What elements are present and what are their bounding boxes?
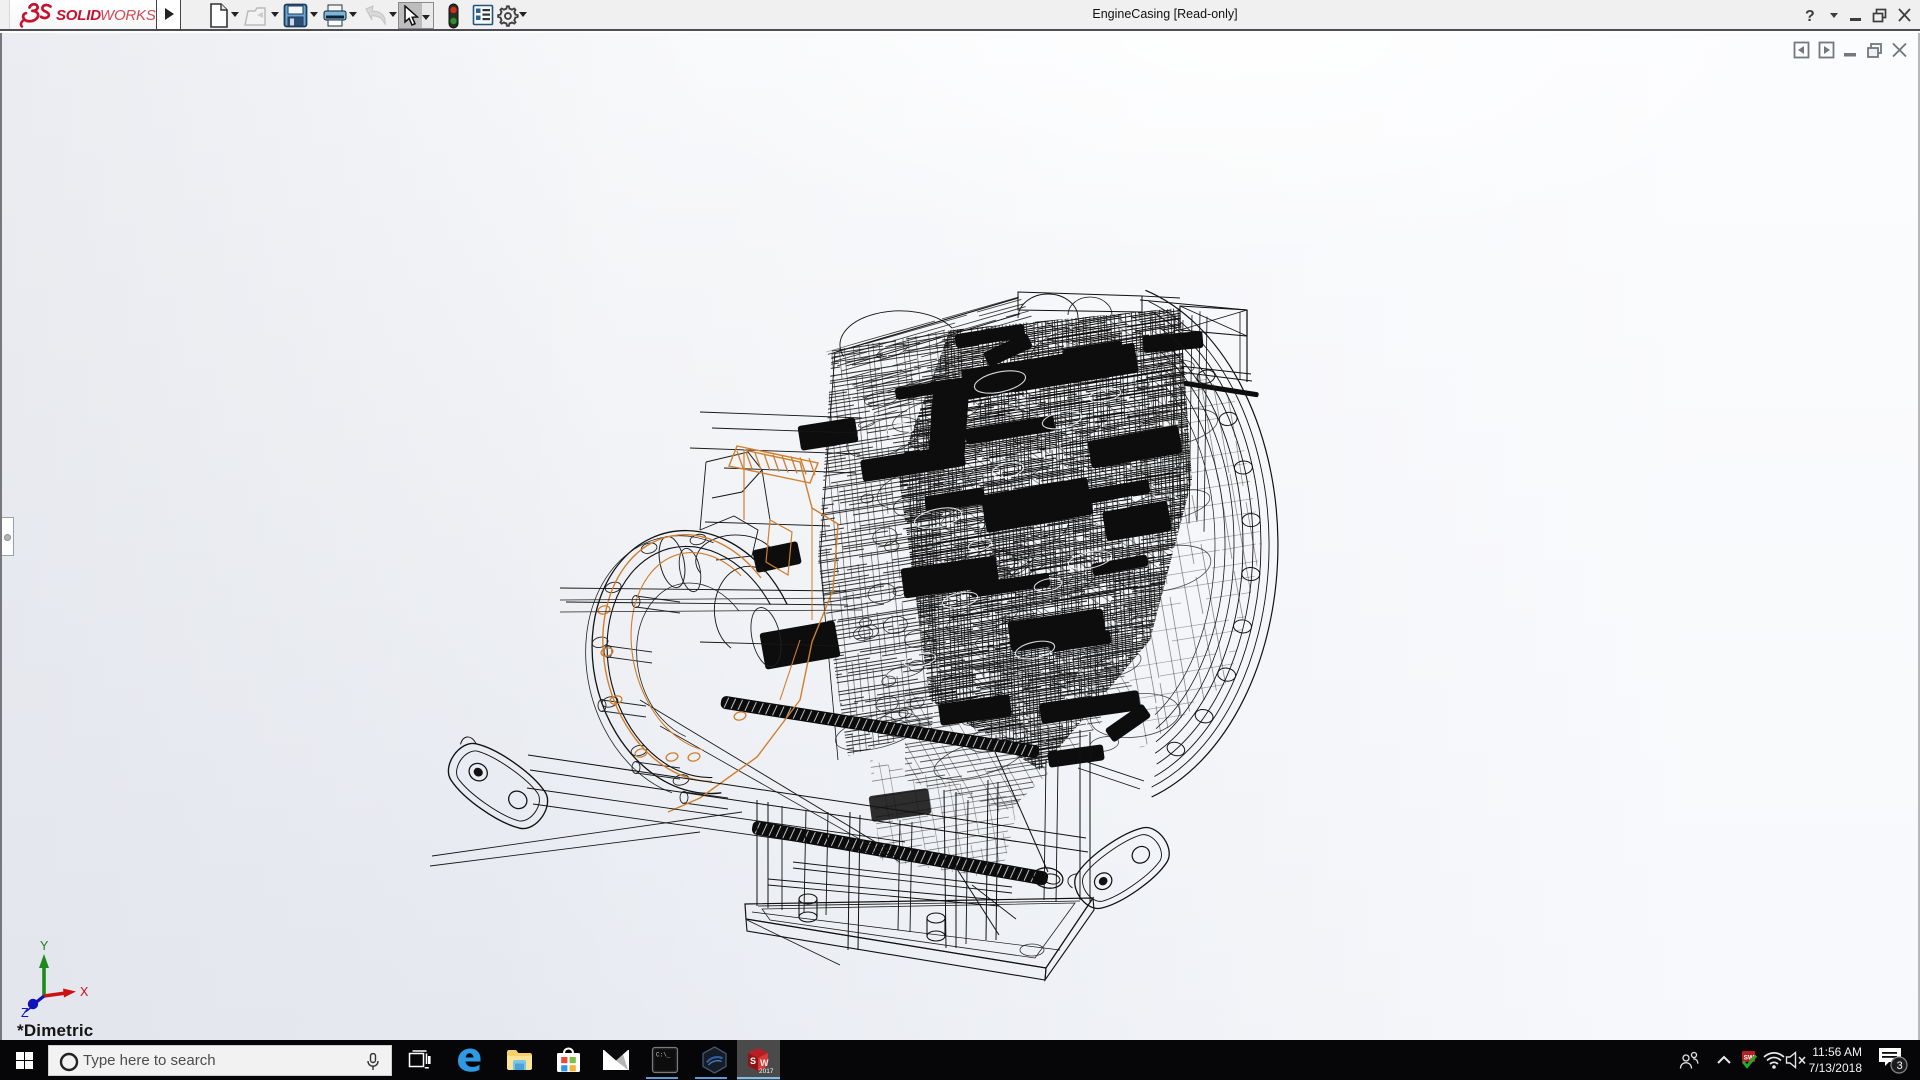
svg-text:SOLID: SOLID <box>56 7 101 24</box>
svg-text:?: ? <box>1805 8 1815 24</box>
svg-text:Y: Y <box>40 939 49 953</box>
svg-text:Z: Z <box>21 1006 29 1018</box>
svg-text:W: W <box>760 1058 769 1068</box>
svg-text:2017: 2017 <box>759 1068 773 1075</box>
svg-text:X: X <box>80 985 89 999</box>
svg-text:C:\_: C:\_ <box>656 1052 671 1059</box>
svg-text:WORKS: WORKS <box>100 7 156 24</box>
svg-text:3: 3 <box>1897 1060 1903 1072</box>
svg-text:S: S <box>750 1056 756 1066</box>
